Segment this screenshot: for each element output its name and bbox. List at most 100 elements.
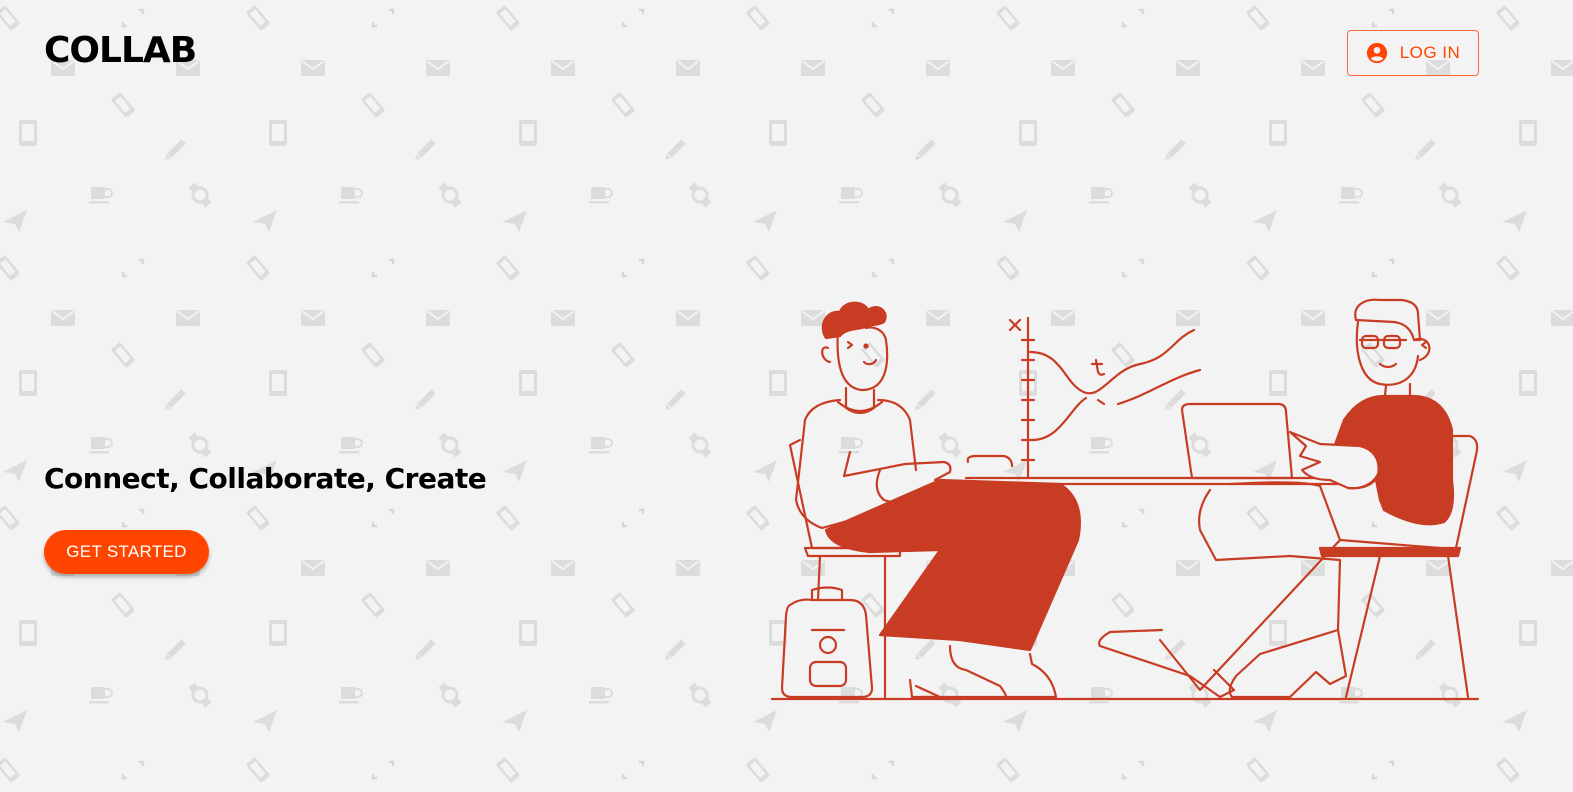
login-button[interactable]: LOG IN bbox=[1347, 30, 1479, 76]
paper-plane-icon bbox=[1003, 710, 1027, 732]
backpack bbox=[780, 586, 874, 699]
tablet-icon bbox=[519, 620, 537, 646]
envelope-icon bbox=[425, 59, 451, 77]
watch-icon bbox=[687, 180, 713, 210]
expand-icon bbox=[121, 258, 145, 278]
envelope-icon bbox=[1050, 59, 1076, 77]
envelope-icon bbox=[1550, 59, 1573, 77]
paper-plane-icon bbox=[503, 460, 527, 482]
paper-plane-icon bbox=[1503, 210, 1527, 232]
login-label: LOG IN bbox=[1399, 43, 1461, 62]
phone-icon bbox=[110, 591, 136, 619]
mug-icon bbox=[338, 186, 363, 205]
envelope-icon bbox=[675, 309, 701, 327]
phone-icon bbox=[1245, 254, 1271, 282]
phone-icon bbox=[745, 756, 771, 784]
paper-plane-icon bbox=[1503, 460, 1527, 482]
tablet-icon bbox=[19, 370, 37, 396]
collaboration-illustration bbox=[770, 298, 1480, 701]
pencil-icon bbox=[662, 639, 686, 663]
expand-icon bbox=[621, 258, 645, 278]
laptop bbox=[1180, 402, 1294, 480]
tablet-icon bbox=[519, 120, 537, 146]
tablet-icon bbox=[1519, 120, 1537, 146]
expand-icon bbox=[871, 258, 895, 278]
phone-icon bbox=[860, 91, 886, 119]
tablet-icon bbox=[1519, 370, 1537, 396]
phone-icon bbox=[0, 254, 21, 282]
paper-plane-icon bbox=[253, 710, 277, 732]
phone-icon bbox=[495, 4, 521, 32]
envelope-icon bbox=[300, 559, 326, 577]
expand-icon bbox=[871, 760, 895, 780]
watch-icon bbox=[437, 680, 463, 710]
mug-icon bbox=[338, 436, 363, 455]
phone-icon bbox=[360, 91, 386, 119]
phone-icon bbox=[245, 756, 271, 784]
pencil-icon bbox=[1162, 139, 1186, 163]
phone-icon bbox=[610, 341, 636, 369]
phone-icon bbox=[495, 756, 521, 784]
expand-icon bbox=[871, 8, 895, 28]
phone-icon bbox=[1495, 4, 1521, 32]
paper-plane-icon bbox=[503, 210, 527, 232]
mug-icon bbox=[1338, 186, 1363, 205]
phone-icon bbox=[995, 4, 1021, 32]
phone-icon bbox=[245, 254, 271, 282]
paper-plane-icon bbox=[3, 210, 27, 232]
phone-icon bbox=[1495, 756, 1521, 784]
watch-icon bbox=[437, 180, 463, 210]
phone-icon bbox=[1495, 504, 1521, 532]
brand-logo[interactable]: COLLAB bbox=[44, 30, 197, 71]
phone-icon bbox=[360, 341, 386, 369]
pencil-icon bbox=[162, 139, 186, 163]
phone-icon bbox=[110, 341, 136, 369]
phone-icon bbox=[1495, 254, 1521, 282]
watch-icon bbox=[437, 430, 463, 460]
phone-icon bbox=[610, 91, 636, 119]
paper-plane-icon bbox=[753, 710, 777, 732]
envelope-icon bbox=[1175, 59, 1201, 77]
expand-icon bbox=[371, 258, 395, 278]
expand-icon bbox=[1121, 8, 1145, 28]
watch-icon bbox=[937, 180, 963, 210]
pencil-icon bbox=[912, 139, 936, 163]
tablet-icon bbox=[19, 620, 37, 646]
envelope-icon bbox=[425, 559, 451, 577]
watch-icon bbox=[187, 680, 213, 710]
envelope-icon bbox=[1300, 59, 1326, 77]
envelope-icon bbox=[300, 309, 326, 327]
phone-icon bbox=[245, 4, 271, 32]
paper-plane-icon bbox=[753, 210, 777, 232]
tablet-icon bbox=[19, 120, 37, 146]
mug-icon bbox=[88, 686, 113, 705]
mug-icon bbox=[1088, 186, 1113, 205]
watch-icon bbox=[1437, 180, 1463, 210]
phone-icon bbox=[495, 254, 521, 282]
mug-icon bbox=[588, 436, 613, 455]
phone-icon bbox=[245, 504, 271, 532]
watch-icon bbox=[187, 430, 213, 460]
phone-icon bbox=[1245, 4, 1271, 32]
paper-plane-icon bbox=[503, 710, 527, 732]
paper-plane-icon bbox=[1003, 210, 1027, 232]
left-person bbox=[794, 301, 1081, 699]
tablet-icon bbox=[1019, 120, 1037, 146]
paper-plane-icon bbox=[3, 460, 27, 482]
paper-plane-icon bbox=[1253, 210, 1277, 232]
phone-icon bbox=[0, 756, 21, 784]
watch-icon bbox=[687, 430, 713, 460]
envelope-icon bbox=[1550, 309, 1573, 327]
pencil-icon bbox=[1412, 139, 1436, 163]
tablet-icon bbox=[269, 370, 287, 396]
hero-headline: Connect, Collaborate, Create bbox=[44, 462, 487, 495]
pencil-icon bbox=[162, 389, 186, 413]
get-started-button[interactable]: GET STARTED bbox=[44, 530, 209, 574]
phone-icon bbox=[995, 254, 1021, 282]
expand-icon bbox=[1121, 760, 1145, 780]
phone-icon bbox=[1245, 756, 1271, 784]
tablet-icon bbox=[1519, 620, 1537, 646]
paper-plane-icon bbox=[1253, 710, 1277, 732]
expand-icon bbox=[621, 760, 645, 780]
envelope-icon bbox=[300, 59, 326, 77]
